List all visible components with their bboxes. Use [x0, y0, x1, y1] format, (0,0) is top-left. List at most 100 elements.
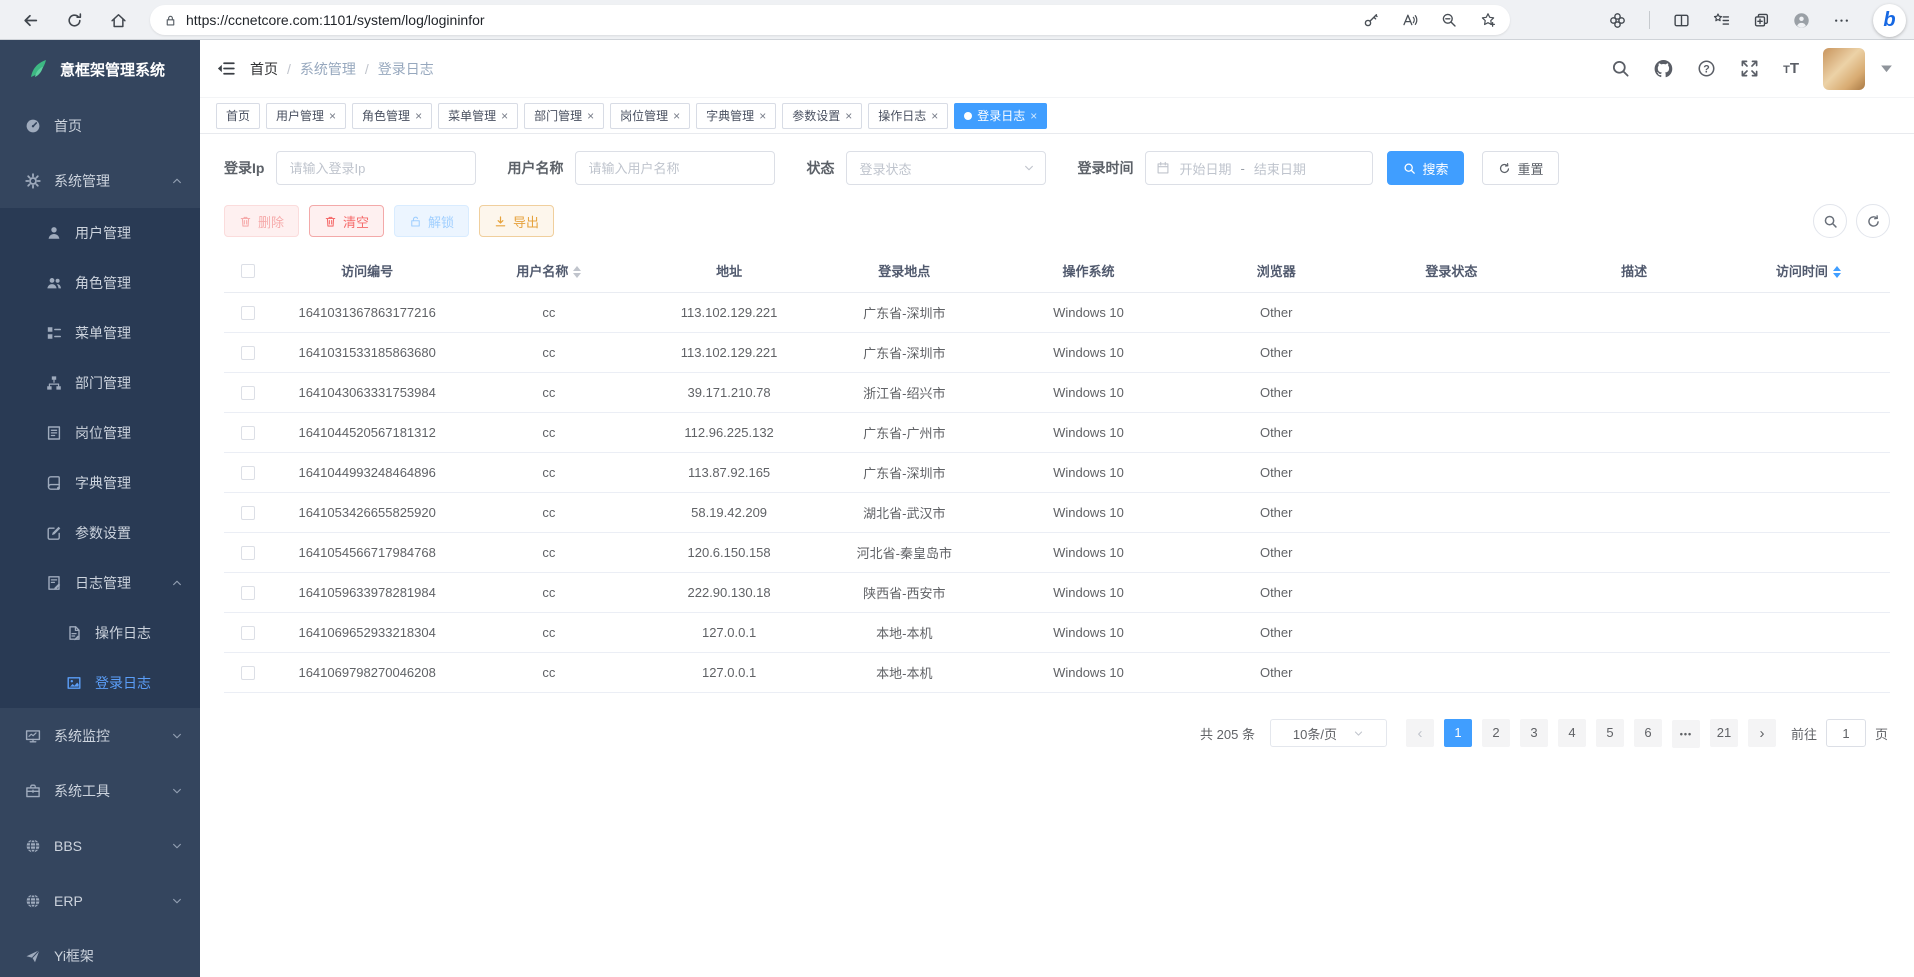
- tab[interactable]: 用户管理 ×: [266, 103, 346, 129]
- tab[interactable]: 登录日志 ×: [954, 103, 1047, 129]
- page-button-4[interactable]: 4: [1558, 719, 1586, 747]
- close-icon[interactable]: ×: [501, 110, 508, 122]
- login-ip-input[interactable]: [276, 151, 476, 185]
- close-icon[interactable]: ×: [673, 110, 680, 122]
- collections-icon[interactable]: [1753, 12, 1770, 29]
- fullscreen-icon[interactable]: [1740, 59, 1759, 78]
- address-bar[interactable]: https://ccnetcore.com:1101/system/log/lo…: [150, 5, 1510, 35]
- row-checkbox[interactable]: [241, 666, 255, 680]
- sidebar-item-user-mgmt[interactable]: 用户管理: [0, 208, 200, 258]
- favorites-bar-icon[interactable]: [1713, 12, 1730, 29]
- sidebar-item-log-mgmt[interactable]: 日志管理: [0, 558, 200, 608]
- sidebar-item-system-monitor[interactable]: 系统监控: [0, 708, 200, 763]
- page-button-21[interactable]: 21: [1710, 719, 1738, 747]
- sort-carets[interactable]: [1833, 266, 1841, 278]
- help-icon[interactable]: ?: [1697, 59, 1716, 78]
- close-icon[interactable]: ×: [415, 110, 422, 122]
- row-checkbox[interactable]: [241, 346, 255, 360]
- unlock-button[interactable]: 解锁: [394, 205, 469, 237]
- tab[interactable]: 角色管理 ×: [352, 103, 432, 129]
- export-button[interactable]: 导出: [479, 205, 554, 237]
- home-icon[interactable]: [110, 12, 127, 29]
- url-text[interactable]: https://ccnetcore.com:1101/system/log/lo…: [186, 12, 1363, 28]
- close-icon[interactable]: ×: [329, 110, 336, 122]
- row-checkbox[interactable]: [241, 426, 255, 440]
- tab[interactable]: 参数设置 ×: [782, 103, 862, 129]
- sidebar-item-operation-log[interactable]: 操作日志: [0, 608, 200, 658]
- sidebar-item-role-mgmt[interactable]: 角色管理: [0, 258, 200, 308]
- github-icon[interactable]: [1654, 59, 1673, 78]
- search-icon[interactable]: [1611, 59, 1630, 78]
- search-button[interactable]: 搜索: [1387, 151, 1464, 185]
- sort-carets[interactable]: [573, 266, 581, 278]
- refresh-table-button[interactable]: [1856, 204, 1890, 238]
- status-select[interactable]: 登录状态: [846, 151, 1046, 185]
- page-button-1[interactable]: 1: [1444, 719, 1472, 747]
- breadcrumb-item[interactable]: 登录日志: [378, 59, 434, 79]
- reload-icon[interactable]: [66, 12, 83, 29]
- reset-button[interactable]: 重置: [1482, 151, 1559, 185]
- table-header-select[interactable]: [224, 249, 272, 292]
- tab[interactable]: 字典管理 ×: [696, 103, 776, 129]
- row-checkbox[interactable]: [241, 546, 255, 560]
- page-size-select[interactable]: 10条/页: [1270, 719, 1387, 747]
- close-icon[interactable]: ×: [1030, 110, 1037, 122]
- sidebar-item-menu-mgmt[interactable]: 菜单管理: [0, 308, 200, 358]
- toggle-search-button[interactable]: [1813, 204, 1847, 238]
- delete-button[interactable]: 删除: [224, 205, 299, 237]
- close-icon[interactable]: ×: [931, 110, 938, 122]
- add-favorite-icon[interactable]: [1480, 12, 1496, 28]
- breadcrumb-item[interactable]: 系统管理: [300, 59, 356, 79]
- select-all-checkbox[interactable]: [241, 264, 255, 278]
- menu-fold-icon[interactable]: [216, 59, 235, 78]
- extensions-icon[interactable]: [1609, 12, 1626, 29]
- sidebar-item-system-tools[interactable]: 系统工具: [0, 763, 200, 818]
- table-header-access-time[interactable]: 访问时间: [1727, 249, 1890, 292]
- more-pages-button[interactable]: •••: [1672, 720, 1700, 748]
- tab[interactable]: 操作日志 ×: [868, 103, 948, 129]
- clear-button[interactable]: 清空: [309, 205, 384, 237]
- tab[interactable]: 岗位管理 ×: [610, 103, 690, 129]
- sidebar-item-bbs[interactable]: BBS: [0, 818, 200, 873]
- row-checkbox[interactable]: [241, 466, 255, 480]
- breadcrumb-item[interactable]: 首页: [250, 59, 278, 79]
- page-button-3[interactable]: 3: [1520, 719, 1548, 747]
- key-icon[interactable]: [1363, 12, 1379, 28]
- next-page-button[interactable]: ›: [1748, 719, 1776, 747]
- row-checkbox[interactable]: [241, 306, 255, 320]
- sidebar-item-dept-mgmt[interactable]: 部门管理: [0, 358, 200, 408]
- back-icon[interactable]: [22, 12, 39, 29]
- row-checkbox[interactable]: [241, 626, 255, 640]
- prev-page-button[interactable]: ‹: [1406, 719, 1434, 747]
- font-size-icon[interactable]: TT: [1783, 60, 1799, 77]
- sidebar-item-param-settings[interactable]: 参数设置: [0, 508, 200, 558]
- row-checkbox[interactable]: [241, 506, 255, 520]
- page-button-5[interactable]: 5: [1596, 719, 1624, 747]
- sidebar-item-system-mgmt[interactable]: 系统管理: [0, 153, 200, 208]
- tab[interactable]: 首页: [216, 103, 260, 129]
- tab[interactable]: 部门管理 ×: [524, 103, 604, 129]
- page-button-6[interactable]: 6: [1634, 719, 1662, 747]
- bing-chat-icon[interactable]: b: [1873, 4, 1906, 37]
- sidebar-item-dict-mgmt[interactable]: 字典管理: [0, 458, 200, 508]
- caret-down-icon[interactable]: [1877, 59, 1896, 78]
- tab[interactable]: 菜单管理 ×: [438, 103, 518, 129]
- sidebar-item-post-mgmt[interactable]: 岗位管理: [0, 408, 200, 458]
- jump-page-input[interactable]: [1826, 719, 1866, 747]
- row-checkbox[interactable]: [241, 386, 255, 400]
- close-icon[interactable]: ×: [759, 110, 766, 122]
- username-input[interactable]: [575, 151, 775, 185]
- user-avatar[interactable]: [1823, 48, 1865, 90]
- sidebar-item-yi-framework[interactable]: Yi框架: [0, 928, 200, 977]
- table-header-username[interactable]: 用户名称: [462, 249, 635, 292]
- more-icon[interactable]: [1833, 12, 1850, 29]
- sidebar-item-erp[interactable]: ERP: [0, 873, 200, 928]
- close-icon[interactable]: ×: [845, 110, 852, 122]
- split-screen-icon[interactable]: [1673, 12, 1690, 29]
- zoom-out-icon[interactable]: [1441, 12, 1457, 28]
- row-checkbox[interactable]: [241, 586, 255, 600]
- page-button-2[interactable]: 2: [1482, 719, 1510, 747]
- profile-icon[interactable]: [1793, 12, 1810, 29]
- date-range-picker[interactable]: 开始日期 - 结束日期: [1145, 151, 1373, 185]
- read-aloud-icon[interactable]: [1402, 12, 1418, 28]
